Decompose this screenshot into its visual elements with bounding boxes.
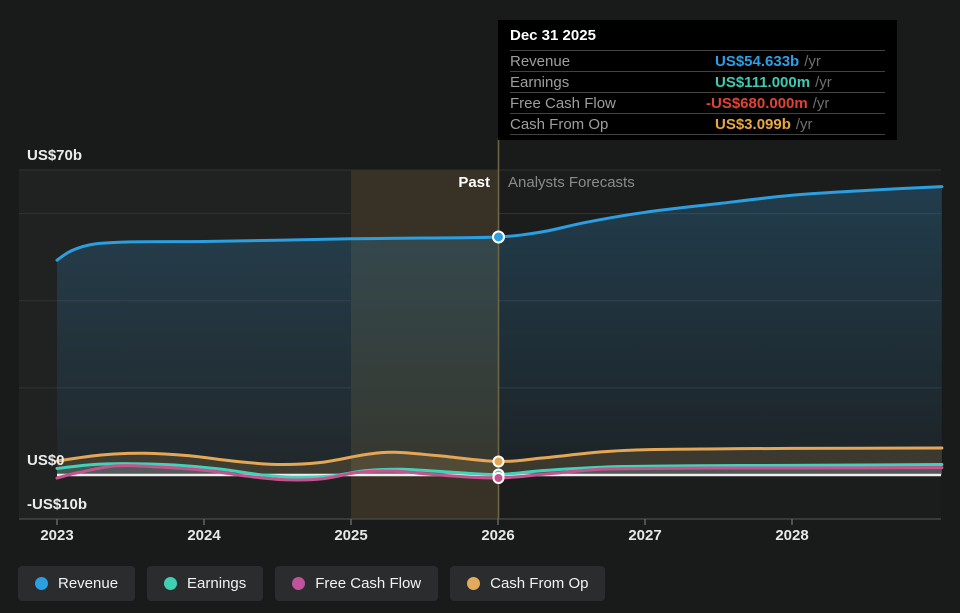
forecast-chart-page: US$70b US$0 -US$10b 2023 2024 2025 2026 2027 20… <box>0 0 960 613</box>
legend-dot-icon <box>467 577 480 590</box>
y-axis-label: -US$10b <box>27 496 87 513</box>
x-axis-label: 2023 <box>27 527 87 544</box>
legend-item-label: Free Cash Flow <box>315 575 421 592</box>
x-axis-label: 2026 <box>468 527 528 544</box>
x-axis-label: 2028 <box>762 527 822 544</box>
x-axis-label: 2025 <box>321 527 381 544</box>
x-axis-label: 2027 <box>615 527 675 544</box>
tooltip-label: Earnings <box>510 74 715 91</box>
legend-dot-icon <box>292 577 305 590</box>
tooltip-row-cash-from-op: Cash From Op US$3.099b /yr <box>510 114 885 135</box>
tooltip-row-earnings: Earnings US$111.000m /yr <box>510 72 885 93</box>
tooltip-value: US$54.633b <box>715 53 799 70</box>
tooltip-row-free-cash-flow: Free Cash Flow -US$680.000m /yr <box>510 93 885 114</box>
tooltip-suffix: /yr <box>813 95 830 112</box>
tooltip-value: -US$680.000m <box>706 95 808 112</box>
tooltip-value: US$3.099b <box>715 116 791 133</box>
y-axis-label: US$0 <box>27 452 65 469</box>
tooltip-suffix: /yr <box>796 116 813 133</box>
legend-item-free-cash-flow[interactable]: Free Cash Flow <box>275 566 438 601</box>
legend-item-label: Cash From Op <box>490 575 588 592</box>
legend-item-label: Earnings <box>187 575 246 592</box>
analysts-forecasts-label: Analysts Forecasts <box>508 174 635 191</box>
tooltip-date: Dec 31 2025 <box>510 20 885 51</box>
legend-item-earnings[interactable]: Earnings <box>147 566 263 601</box>
tooltip-value: US$111.000m <box>715 74 810 91</box>
tooltip-suffix: /yr <box>804 53 821 70</box>
tooltip-label: Free Cash Flow <box>510 95 715 112</box>
legend-item-label: Revenue <box>58 575 118 592</box>
tooltip-label: Cash From Op <box>510 116 715 133</box>
tooltip: Dec 31 2025 Revenue US$54.633b /yr Earni… <box>498 20 897 140</box>
legend-item-revenue[interactable]: Revenue <box>18 566 135 601</box>
y-axis-label: US$70b <box>27 147 82 164</box>
past-label: Past <box>458 174 490 191</box>
tooltip-row-revenue: Revenue US$54.633b /yr <box>510 51 885 72</box>
legend-dot-icon <box>164 577 177 590</box>
legend-item-cash-from-op[interactable]: Cash From Op <box>450 566 605 601</box>
free-cash-flow-marker[interactable] <box>494 473 504 483</box>
revenue-marker[interactable] <box>493 232 504 243</box>
legend-dot-icon <box>35 577 48 590</box>
x-axis-label: 2024 <box>174 527 234 544</box>
cash-from-op-marker[interactable] <box>494 457 504 467</box>
legend: Revenue Earnings Free Cash Flow Cash From O… <box>18 566 605 601</box>
tooltip-suffix: /yr <box>815 74 832 91</box>
tooltip-label: Revenue <box>510 53 715 70</box>
